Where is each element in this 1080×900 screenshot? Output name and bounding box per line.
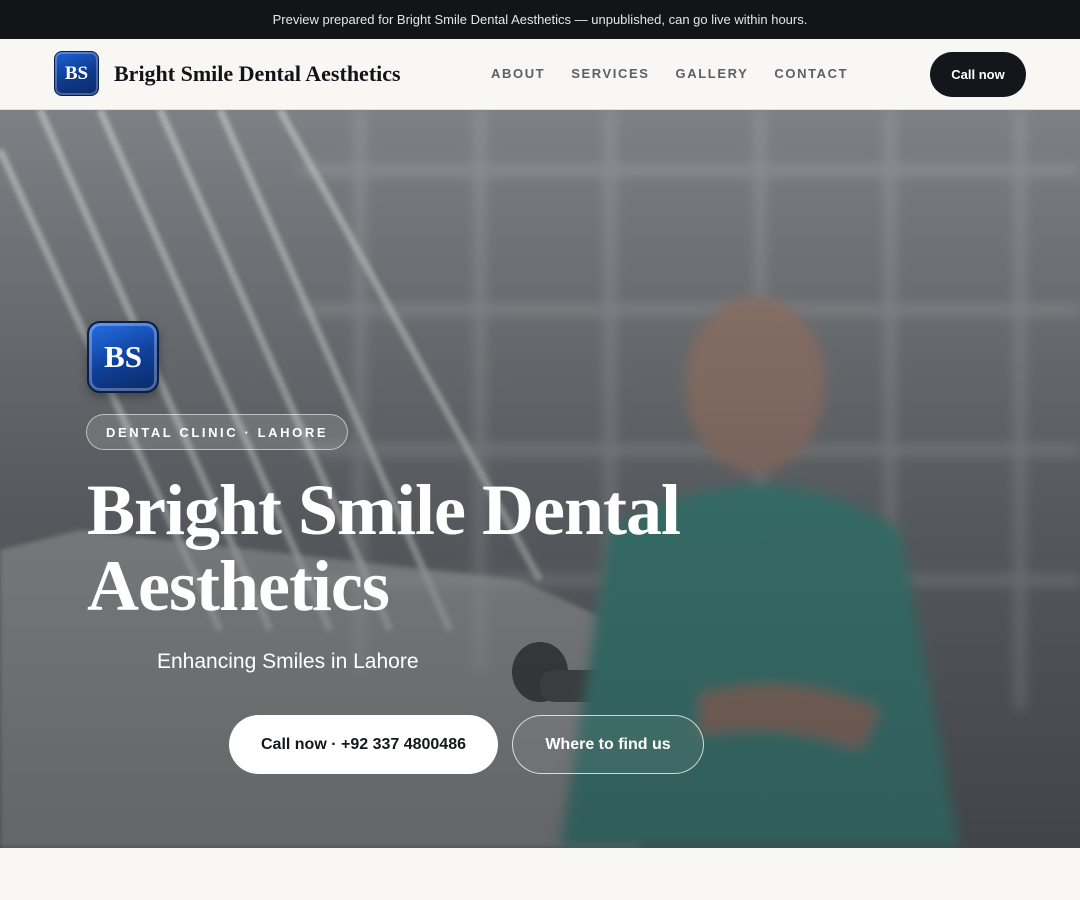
call-now-phone-button[interactable]: Call now · +92 337 4800486 bbox=[229, 715, 498, 774]
nav-link-services[interactable]: SERVICES bbox=[571, 66, 649, 81]
nav-link-gallery[interactable]: GALLERY bbox=[676, 66, 749, 81]
site-header: BS Bright Smile Dental Aesthetics ABOUT … bbox=[0, 39, 1080, 110]
brand-logo: BS bbox=[54, 51, 99, 96]
brand-link[interactable]: BS Bright Smile Dental Aesthetics bbox=[54, 51, 401, 96]
brand-logo-initials: BS bbox=[64, 62, 89, 84]
hero-logo-initials: BS bbox=[104, 339, 142, 374]
hero-subtitle: Enhancing Smiles in Lahore bbox=[157, 650, 419, 673]
hero-section: BS DENTAL CLINIC · LAHORE Bright Smile D… bbox=[0, 110, 1080, 848]
hero-category-badge: DENTAL CLINIC · LAHORE bbox=[86, 414, 349, 450]
hero-title: Bright Smile Dental Aesthetics bbox=[87, 470, 681, 626]
hero-logo: BS bbox=[87, 321, 159, 393]
nav-link-about[interactable]: ABOUT bbox=[491, 66, 545, 81]
hero-category-text: DENTAL CLINIC · LAHORE bbox=[106, 424, 329, 440]
nav-link-contact[interactable]: CONTACT bbox=[774, 66, 848, 81]
preview-banner: Preview prepared for Bright Smile Dental… bbox=[0, 0, 1080, 39]
main-nav: ABOUT SERVICES GALLERY CONTACT bbox=[491, 66, 874, 81]
header-call-now-button[interactable]: Call now bbox=[930, 52, 1026, 97]
where-to-find-us-button[interactable]: Where to find us bbox=[512, 715, 704, 774]
brand-name: Bright Smile Dental Aesthetics bbox=[114, 60, 401, 86]
preview-banner-text: Preview prepared for Bright Smile Dental… bbox=[272, 12, 808, 27]
next-section bbox=[0, 848, 1080, 900]
